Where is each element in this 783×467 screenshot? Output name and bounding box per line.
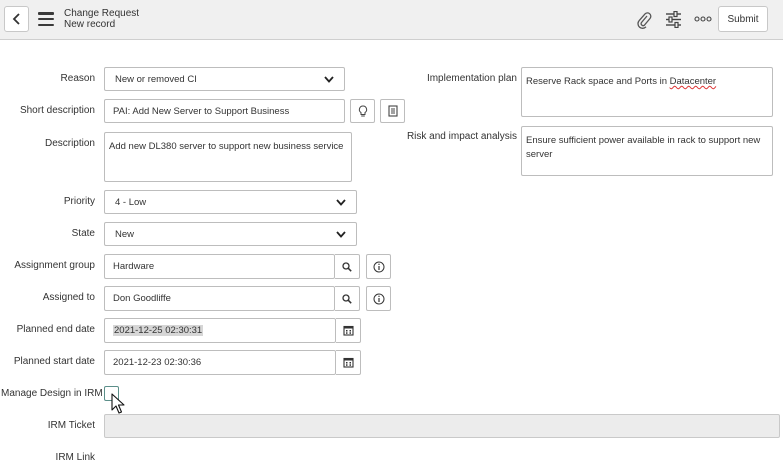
planned-start-date-label: Planned start date: [13, 356, 95, 367]
calendar-icon: [342, 325, 354, 336]
state-label: State: [71, 228, 95, 239]
implementation-plan-text: Reserve Rack space and Ports in: [526, 76, 670, 87]
priority-label: Priority: [63, 196, 95, 207]
hamburger-menu-icon[interactable]: [38, 12, 54, 26]
chevron-down-icon: [324, 75, 334, 83]
description-textarea[interactable]: Add new DL380 server to support new busi…: [104, 132, 352, 182]
priority-select[interactable]: 4 - Low: [104, 190, 357, 214]
manage-design-label: Manage Design in IRM: [1, 388, 103, 399]
knowledge-search-button[interactable]: [380, 99, 405, 123]
short-description-label: Short description: [19, 105, 95, 116]
assignment-group-lookup-button[interactable]: [335, 254, 360, 279]
lightbulb-icon: [358, 104, 367, 116]
irm-ticket-label: IRM Ticket: [47, 420, 95, 431]
assignment-group-input[interactable]: Hardware: [104, 254, 335, 279]
priority-value: 4 - Low: [115, 196, 147, 208]
assigned-to-input[interactable]: Don Goodliffe: [104, 286, 335, 311]
description-label: Description: [44, 138, 95, 149]
planned-end-date-value: 2021-12-25 02:30:31: [113, 325, 204, 336]
reason-label: Reason: [60, 73, 95, 84]
form-header: Change Request New record Submit: [0, 0, 783, 40]
info-icon: [373, 293, 384, 304]
assignment-group-label: Assignment group: [14, 260, 95, 271]
irm-ticket-field: [104, 414, 780, 438]
state-select[interactable]: New: [104, 222, 357, 246]
assignment-group-info-button[interactable]: [366, 254, 391, 279]
planned-end-date-label: Planned end date: [16, 324, 95, 335]
calendar-icon: [342, 357, 354, 368]
assigned-to-label: Assigned to: [42, 292, 95, 303]
reason-select[interactable]: New or removed CI: [104, 67, 345, 91]
state-value: New: [115, 228, 135, 240]
chevron-down-icon: [336, 230, 346, 238]
document-icon: [387, 105, 398, 117]
info-icon: [373, 261, 384, 272]
mouse-cursor-icon: [111, 393, 125, 414]
record-title: Change Request New record: [64, 8, 139, 30]
implementation-plan-textarea[interactable]: Reserve Rack space and Ports in Datacent…: [521, 67, 773, 117]
page-title: Change Request: [64, 8, 140, 19]
page-subtitle: New record: [64, 19, 116, 30]
search-icon: [342, 293, 352, 304]
implementation-plan-label: Implementation plan: [426, 73, 517, 84]
submit-button[interactable]: Submit: [718, 6, 768, 32]
planned-end-date-input[interactable]: 2021-12-25 02:30:31: [104, 318, 336, 343]
planned-start-date-input[interactable]: 2021-12-23 02:30:36: [104, 350, 336, 375]
sliders-icon[interactable]: [665, 11, 682, 28]
planned-end-date-calendar-button[interactable]: [336, 318, 361, 343]
planned-start-date-calendar-button[interactable]: [336, 350, 361, 375]
suggestion-button[interactable]: [350, 99, 375, 123]
more-options-icon[interactable]: [694, 16, 712, 22]
assigned-to-info-button[interactable]: [366, 286, 391, 311]
chevron-down-icon: [336, 198, 346, 206]
reason-value: New or removed CI: [115, 73, 197, 85]
risk-analysis-textarea[interactable]: Ensure sufficient power available in rac…: [521, 126, 773, 176]
chevron-left-icon: [12, 13, 20, 25]
search-icon: [342, 261, 352, 272]
paperclip-icon[interactable]: [636, 11, 652, 29]
back-button[interactable]: [4, 6, 29, 32]
irm-link-label: IRM Link: [55, 452, 95, 463]
implementation-plan-misspelled-word: Datacenter: [669, 76, 717, 87]
risk-analysis-label: Risk and impact analysis: [406, 131, 517, 142]
short-description-input[interactable]: PAI: Add New Server to Support Business: [104, 99, 345, 123]
assigned-to-lookup-button[interactable]: [335, 286, 360, 311]
